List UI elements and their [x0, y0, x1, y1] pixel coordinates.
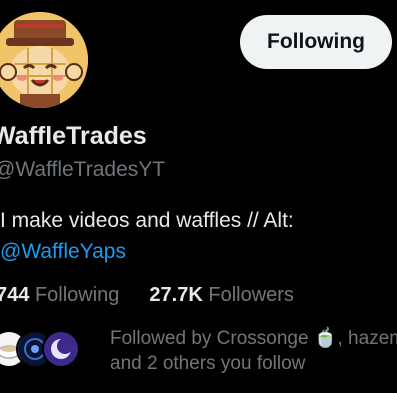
moon-avatar-icon — [44, 332, 78, 366]
waffle-character-avatar-icon — [0, 12, 88, 108]
followers-count: 27.7K — [149, 284, 203, 306]
profile-bio: I make videos and waffles // Alt: @Waffl… — [0, 205, 294, 267]
profile-stats: 744 Following 27.7K Followers — [0, 284, 294, 307]
following-button[interactable]: Following — [240, 15, 392, 69]
display-name: WaffleTrades — [0, 122, 147, 150]
following-stat[interactable]: 744 Following — [0, 284, 119, 307]
followed-by-text: Followed by Crossonge 🍵, hazem, and 2 ot… — [110, 326, 397, 376]
following-count: 744 — [0, 284, 30, 306]
profile-handle: @WaffleTradesYT — [0, 158, 166, 181]
bio-text: I make videos and waffles // Alt: — [0, 209, 294, 232]
followed-by-line-2: and 2 others you follow — [110, 353, 306, 374]
followers-stat[interactable]: 27.7K Followers — [149, 284, 294, 307]
followed-by-line-1: Followed by Crossonge 🍵, hazem, — [110, 328, 397, 349]
follower-avatars — [0, 330, 80, 368]
followed-by-row[interactable]: Followed by Crossonge 🍵, hazem, and 2 ot… — [0, 326, 397, 376]
followers-label: Followers — [208, 284, 294, 306]
bio-alt-account-link[interactable]: @WaffleYaps — [0, 240, 126, 263]
following-label: Following — [34, 284, 120, 306]
matcha-emoji-icon: 🍵 — [313, 328, 338, 349]
profile-avatar[interactable] — [0, 12, 88, 108]
follower-avatar-3 — [42, 330, 80, 368]
